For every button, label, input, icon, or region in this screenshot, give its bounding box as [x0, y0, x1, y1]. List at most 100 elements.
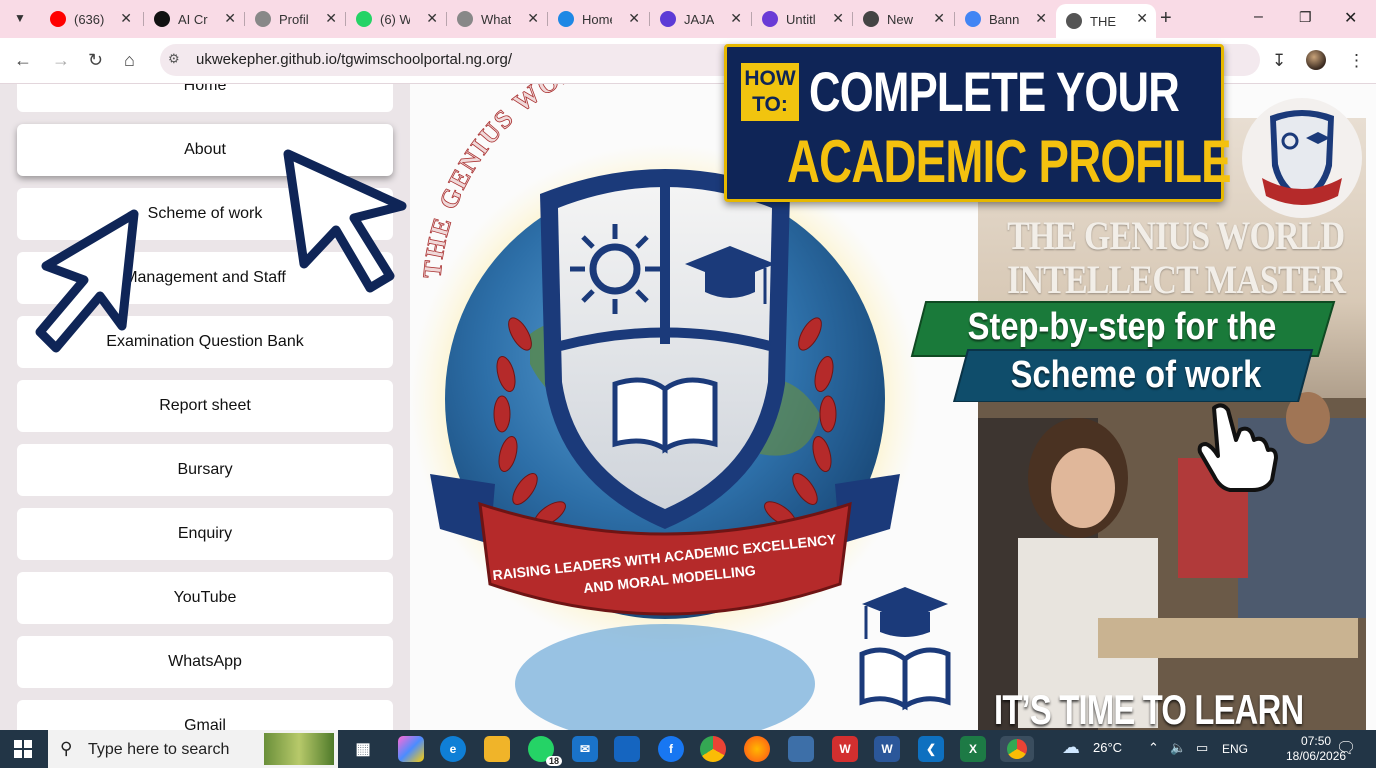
- windows-taskbar: ⚲ Type here to search ▦ e 18 ✉ f W W ❮ X…: [0, 730, 1376, 768]
- whatsapp-icon[interactable]: 18: [528, 736, 562, 766]
- time-to-learn-caption: IT’S TIME TO LEARN: [994, 686, 1304, 733]
- tab-strip: ▼ (636)✕AI Cr✕Profil✕(6) W✕What✕Home✕JAJ…: [0, 0, 1376, 38]
- weather-temperature[interactable]: 26°C: [1093, 740, 1122, 755]
- chrome-active-icon[interactable]: [1000, 736, 1034, 762]
- sidebar-item-whatsapp[interactable]: WhatsApp: [17, 636, 393, 688]
- tab-close-icon[interactable]: ✕: [1035, 10, 1047, 27]
- banner-title-line-1: COMPLETE YOUR: [809, 60, 1180, 123]
- taskbar-search-box[interactable]: ⚲ Type here to search: [48, 730, 338, 768]
- sidebar-item-report-sheet[interactable]: Report sheet: [17, 380, 393, 432]
- browser-tab[interactable]: JAJAI ✕: [650, 4, 750, 34]
- hand-pointer-icon: [1197, 403, 1278, 492]
- globe-icon: [457, 11, 473, 27]
- browser-tab[interactable]: (6) W ✕: [346, 4, 446, 34]
- youtube-icon: [50, 11, 66, 27]
- copilot-icon[interactable]: [398, 736, 424, 762]
- tab-close-icon[interactable]: ✕: [527, 10, 539, 27]
- browser-tab[interactable]: What ✕: [447, 4, 547, 34]
- firefox-icon[interactable]: [744, 736, 770, 762]
- photo-title-line-2: INTELLECT MASTER: [1007, 257, 1346, 302]
- word-icon[interactable]: W: [874, 736, 900, 762]
- chrome-icon[interactable]: [700, 736, 726, 762]
- language-indicator[interactable]: ENG: [1222, 742, 1248, 756]
- search-placeholder: Type here to search: [88, 741, 230, 758]
- mail-icon[interactable]: ✉: [572, 736, 598, 762]
- tab-separator: [244, 12, 245, 26]
- globe-icon: [1066, 13, 1082, 29]
- tab-close-icon[interactable]: ✕: [730, 10, 742, 27]
- tab-title: What: [481, 11, 511, 27]
- browser-tab[interactable]: (636) ✕: [40, 4, 140, 34]
- tab-close-icon[interactable]: ✕: [224, 10, 236, 27]
- pc-icon[interactable]: [788, 736, 814, 762]
- profile-avatar[interactable]: [1306, 50, 1326, 70]
- browser-tab[interactable]: Home ✕: [548, 4, 648, 34]
- site-info-icon[interactable]: ⚙: [168, 51, 186, 69]
- tab-title: Home: [582, 11, 612, 27]
- sidebar-item-gmail[interactable]: Gmail: [17, 700, 393, 730]
- url-text: ukwekepher.github.io/tgwimschoolportal.n…: [196, 51, 513, 68]
- tab-separator: [852, 12, 853, 26]
- vscode-icon[interactable]: ❮: [918, 736, 944, 762]
- home-button[interactable]: ⌂: [124, 50, 135, 71]
- windows-start-icon[interactable]: [14, 740, 32, 758]
- file-explorer-icon[interactable]: [484, 736, 510, 762]
- whatsapp-icon: [356, 11, 372, 27]
- sidebar-item-bursary[interactable]: Bursary: [17, 444, 393, 496]
- tab-close-icon[interactable]: ✕: [426, 10, 438, 27]
- canva-icon: [558, 11, 574, 27]
- pointer-arrow-icon: [35, 209, 139, 353]
- tab-separator: [143, 12, 144, 26]
- new-tab-button[interactable]: +: [1160, 7, 1172, 30]
- sidebar-item-youtube[interactable]: YouTube: [17, 572, 393, 624]
- close-window-button[interactable]: ✕: [1344, 8, 1357, 28]
- tab-close-icon[interactable]: ✕: [832, 10, 844, 27]
- pointer-arrow-icon: [283, 149, 407, 293]
- tab-close-icon[interactable]: ✕: [325, 10, 337, 27]
- facebook-icon[interactable]: f: [658, 736, 684, 762]
- tab-title: Untitl: [786, 11, 816, 27]
- tab-title: Profil: [279, 11, 309, 27]
- browser-tab[interactable]: Bann ✕: [955, 4, 1055, 34]
- search-icon: ⚲: [60, 739, 73, 758]
- edge-icon[interactable]: e: [440, 736, 466, 762]
- browser-tab[interactable]: Profil ✕: [245, 4, 345, 34]
- wps-icon[interactable]: W: [832, 736, 858, 762]
- battery-icon[interactable]: ▭: [1196, 740, 1208, 756]
- excel-icon[interactable]: X: [960, 736, 986, 762]
- step-by-step-banner: Step-by-step for the Scheme of work: [908, 300, 1336, 402]
- minimize-button[interactable]: –: [1254, 8, 1263, 26]
- globe-icon: [255, 11, 271, 27]
- task-view-icon[interactable]: ▦: [350, 736, 376, 762]
- tab-title: THE C: [1090, 13, 1120, 29]
- sidebar-item-home[interactable]: Home: [17, 84, 393, 112]
- store-icon[interactable]: [614, 736, 640, 762]
- app-icon: [762, 11, 778, 27]
- browser-tab[interactable]: New ✕: [853, 4, 953, 34]
- volume-icon[interactable]: 🔈: [1170, 740, 1186, 756]
- reload-button[interactable]: ↻: [88, 50, 103, 71]
- forward-button[interactable]: →: [52, 50, 70, 71]
- chrome-icon: [863, 11, 879, 27]
- weather-cloud-icon[interactable]: ☁: [1062, 737, 1080, 758]
- tab-close-icon[interactable]: ✕: [628, 10, 640, 27]
- how-to-badge: HOW TO:: [741, 63, 799, 121]
- browser-tab[interactable]: AI Cr ✕: [144, 4, 244, 34]
- tab-title: (6) W: [380, 11, 410, 27]
- tab-title: Bann: [989, 11, 1019, 27]
- title-banner: HOW TO: COMPLETE YOUR ACADEMIC PROFILE: [724, 44, 1232, 202]
- restore-button[interactable]: ❐: [1299, 9, 1312, 26]
- tab-close-icon[interactable]: ✕: [1136, 10, 1148, 27]
- back-button[interactable]: ←: [14, 50, 32, 71]
- chevron-up-icon[interactable]: ⌃: [1148, 740, 1159, 756]
- tab-separator: [649, 12, 650, 26]
- download-icon[interactable]: ↧: [1272, 51, 1286, 71]
- sidebar-item-enquiry[interactable]: Enquiry: [17, 508, 393, 560]
- notification-icon[interactable]: 🗨: [1336, 738, 1356, 758]
- browser-tab[interactable]: THE C ✕: [1056, 4, 1156, 38]
- tab-search-button[interactable]: ▼: [8, 6, 32, 30]
- tab-close-icon[interactable]: ✕: [933, 10, 945, 27]
- menu-icon[interactable]: ⋮: [1348, 51, 1365, 71]
- tab-close-icon[interactable]: ✕: [120, 10, 132, 27]
- browser-tab[interactable]: Untitl ✕: [752, 4, 852, 34]
